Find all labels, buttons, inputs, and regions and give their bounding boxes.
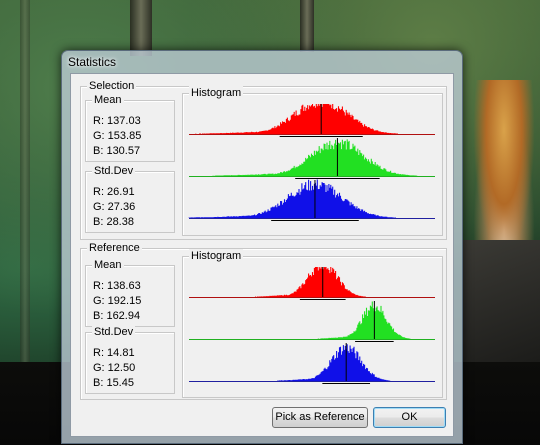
reference-histogram-box: Histogram xyxy=(182,249,443,398)
statistics-dialog: Statistics Selection Mean R: 137.03 G: 1… xyxy=(61,50,463,444)
mean-label: Mean xyxy=(92,93,124,107)
histogram-label: Histogram xyxy=(189,249,244,263)
selection-std-box: Std.Dev R: 26.91 G: 27.36 B: 28.38 xyxy=(85,164,175,233)
green-histogram xyxy=(189,301,435,342)
title-bar[interactable]: Statistics xyxy=(62,51,462,73)
green-histogram xyxy=(189,138,435,179)
tree-trunk xyxy=(300,0,314,52)
mean-b-value: B: 130.57 xyxy=(93,145,141,157)
dialog-client-area: Selection Mean R: 137.03 G: 153.85 B: 13… xyxy=(70,73,454,437)
blue-bins xyxy=(188,179,396,218)
std-r-value: R: 14.81 xyxy=(93,347,135,359)
red-histogram xyxy=(189,104,435,137)
selection-group: Selection Mean R: 137.03 G: 153.85 B: 13… xyxy=(80,79,447,240)
red-bins xyxy=(195,104,398,134)
blue-histogram xyxy=(189,343,435,384)
tree-trunk xyxy=(20,0,30,362)
std-label: Std.Dev xyxy=(92,164,136,178)
std-b-value: B: 28.38 xyxy=(93,216,134,228)
tree-trunk xyxy=(130,0,152,56)
window-title: Statistics xyxy=(68,55,117,69)
reference-label: Reference xyxy=(87,241,142,255)
mean-g-value: G: 192.15 xyxy=(93,295,142,307)
mean-g-value: G: 153.85 xyxy=(93,130,142,142)
pick-as-reference-button[interactable]: Pick as Reference xyxy=(272,407,368,428)
std-g-value: G: 12.50 xyxy=(93,362,136,374)
histogram-label: Histogram xyxy=(189,86,244,100)
red-bins xyxy=(255,267,367,297)
selection-label: Selection xyxy=(87,79,137,93)
reference-group: Reference Mean R: 138.63 G: 192.15 B: 16… xyxy=(80,241,447,400)
mean-label: Mean xyxy=(92,258,124,272)
blue-bins xyxy=(277,344,391,381)
std-g-value: G: 27.36 xyxy=(93,201,136,213)
std-b-value: B: 15.45 xyxy=(93,377,134,389)
selection-histogram-chart xyxy=(188,104,435,221)
reference-histogram-chart xyxy=(189,267,435,384)
reference-mean-box: Mean R: 138.63 G: 192.15 B: 162.94 xyxy=(85,258,175,327)
mean-r-value: R: 137.03 xyxy=(93,115,141,127)
std-label: Std.Dev xyxy=(92,325,136,339)
mean-b-value: B: 162.94 xyxy=(93,310,141,322)
mean-r-value: R: 138.63 xyxy=(93,280,141,292)
blue-histogram xyxy=(188,179,435,221)
selection-mean-box: Mean R: 137.03 G: 153.85 B: 130.57 xyxy=(85,93,175,162)
std-r-value: R: 26.91 xyxy=(93,186,135,198)
reference-std-box: Std.Dev R: 14.81 G: 12.50 B: 15.45 xyxy=(85,325,175,394)
ok-button[interactable]: OK xyxy=(373,407,446,428)
green-bins xyxy=(212,139,418,176)
rock-photo xyxy=(462,240,540,362)
selection-histogram-box: Histogram xyxy=(182,86,443,236)
red-histogram xyxy=(189,267,435,300)
green-bins xyxy=(317,301,411,339)
